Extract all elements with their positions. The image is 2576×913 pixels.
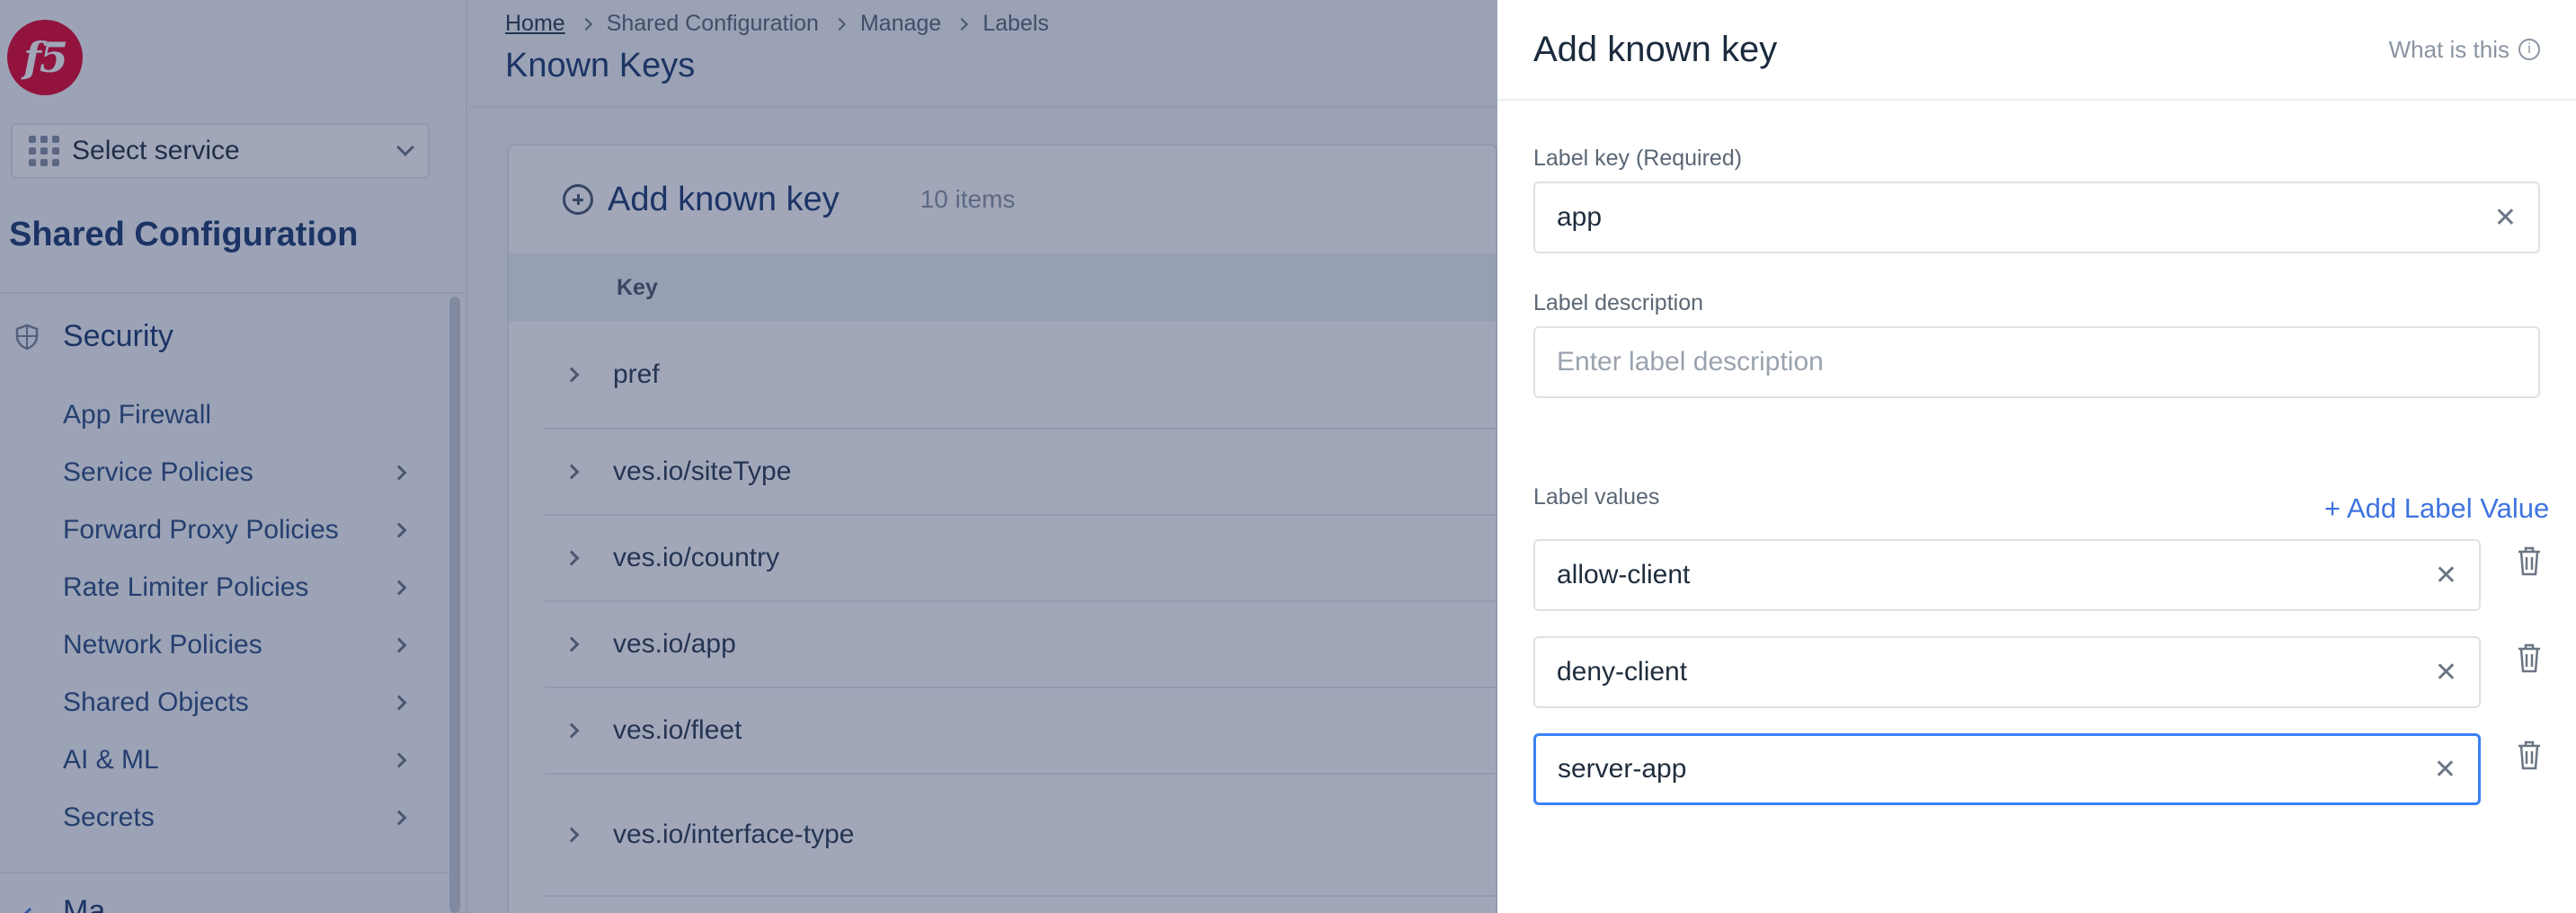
panel-header: Add known key What is this i bbox=[1497, 0, 2576, 101]
label-description-placeholder: Enter label description bbox=[1557, 347, 1824, 377]
trash-icon[interactable] bbox=[2516, 642, 2543, 674]
clear-icon[interactable]: ✕ bbox=[2494, 202, 2517, 234]
label-value-text: deny-client bbox=[1557, 657, 1688, 687]
add-known-key-panel: Add known key What is this i Label key (… bbox=[1497, 0, 2576, 913]
clear-icon[interactable]: ✕ bbox=[2435, 560, 2457, 591]
what-is-this-link[interactable]: What is this i bbox=[2389, 36, 2540, 64]
label-key-value: app bbox=[1557, 202, 1603, 232]
label-value-text: server-app bbox=[1558, 754, 1687, 784]
label-description-label: Label description bbox=[1533, 290, 1704, 315]
label-value-input[interactable]: server-app ✕ bbox=[1533, 733, 2481, 805]
label-values-label: Label values bbox=[1533, 484, 1660, 510]
label-description-input[interactable]: Enter label description bbox=[1533, 326, 2540, 398]
add-label-value-button[interactable]: + Add Label Value bbox=[2324, 492, 2549, 525]
modal-backdrop[interactable] bbox=[0, 0, 1497, 913]
label-value-input[interactable]: allow-client ✕ bbox=[1533, 539, 2481, 611]
trash-icon[interactable] bbox=[2516, 545, 2543, 577]
panel-title: Add known key bbox=[1533, 29, 1778, 69]
trash-icon[interactable] bbox=[2516, 739, 2543, 771]
clear-icon[interactable]: ✕ bbox=[2434, 754, 2456, 785]
info-icon: i bbox=[2518, 39, 2540, 60]
clear-icon[interactable]: ✕ bbox=[2435, 657, 2457, 688]
help-label: What is this bbox=[2388, 35, 2509, 63]
label-key-label: Label key (Required) bbox=[1533, 146, 1743, 171]
label-key-input[interactable]: app ✕ bbox=[1533, 182, 2540, 253]
label-value-text: allow-client bbox=[1557, 560, 1691, 589]
label-value-input[interactable]: deny-client ✕ bbox=[1533, 636, 2481, 708]
